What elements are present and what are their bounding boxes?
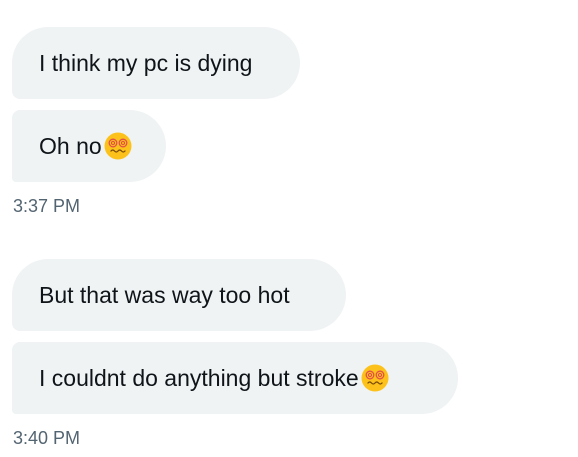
message-bubble[interactable]: But that was way too hot [12, 259, 346, 331]
timestamp: 3:37 PM [13, 196, 81, 216]
message-text: I think my pc is dying [39, 50, 253, 76]
message-bubble[interactable]: I think my pc is dying [12, 27, 300, 99]
dizzy-face-icon [361, 364, 389, 392]
dizzy-face-icon [104, 132, 132, 160]
timestamp: 3:40 PM [13, 428, 81, 448]
message-text: I couldnt do anything but stroke [39, 365, 359, 391]
message-bubble[interactable]: Oh no [12, 110, 166, 182]
message-bubble[interactable]: I couldnt do anything but stroke [12, 342, 458, 414]
message-text: Oh no [39, 133, 102, 159]
message-text: But that was way too hot [39, 282, 290, 308]
